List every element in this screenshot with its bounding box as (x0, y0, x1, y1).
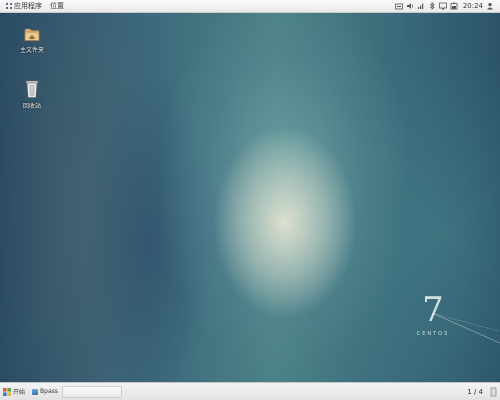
places-menu[interactable]: 位置 (46, 1, 68, 11)
desktop-icon-trash-label: 回收站 (22, 103, 41, 110)
task-app-icon (32, 388, 39, 395)
taskbar: 开始 Bpass 1 / 4 (0, 382, 500, 400)
brand-number: 7 (422, 290, 444, 330)
system-tray: 20:24 (394, 2, 500, 10)
workspace-switcher[interactable]: 1 / 4 (467, 388, 488, 396)
brand-word: CENTOS (416, 331, 450, 337)
taskbar-task-bar (61, 385, 122, 398)
applications-menu[interactable]: 应用程序 (2, 1, 46, 11)
home-folder-icon (24, 28, 40, 41)
display-icon[interactable] (438, 2, 447, 10)
keyboard-icon[interactable] (394, 2, 403, 10)
bluetooth-icon[interactable] (428, 2, 436, 10)
show-desktop-button[interactable] (488, 385, 498, 399)
desktop-icon-trash[interactable]: 回收站 (17, 79, 47, 110)
start-label: 开始 (13, 389, 26, 396)
wallpaper-brand: 7 CENTOS (408, 293, 458, 337)
desktop[interactable]: 主文件夹 回收站 7 CENTOS (0, 13, 500, 382)
taskbar-task-label: Bpass (40, 388, 58, 395)
start-button[interactable]: 开始 (0, 385, 28, 399)
desktop-icon-home-label: 主文件夹 (19, 47, 44, 54)
places-menu-label: 位置 (50, 2, 64, 10)
show-desktop-icon (490, 387, 496, 396)
start-logo-icon (3, 387, 11, 396)
trash-icon (25, 80, 39, 98)
network-icon[interactable] (417, 2, 425, 10)
applications-menu-label: 应用程序 (14, 2, 42, 10)
battery-icon[interactable] (450, 2, 458, 10)
top-panel: 应用程序 位置 20:24 (0, 0, 500, 13)
taskbar-task[interactable]: Bpass (28, 385, 126, 398)
top-panel-menus: 应用程序 位置 (0, 1, 68, 11)
volume-icon[interactable] (406, 2, 414, 10)
desktop-icon-home[interactable]: 主文件夹 (17, 25, 47, 54)
clock[interactable]: 20:24 (461, 2, 483, 10)
applications-icon (6, 3, 12, 9)
user-icon[interactable] (486, 2, 494, 10)
